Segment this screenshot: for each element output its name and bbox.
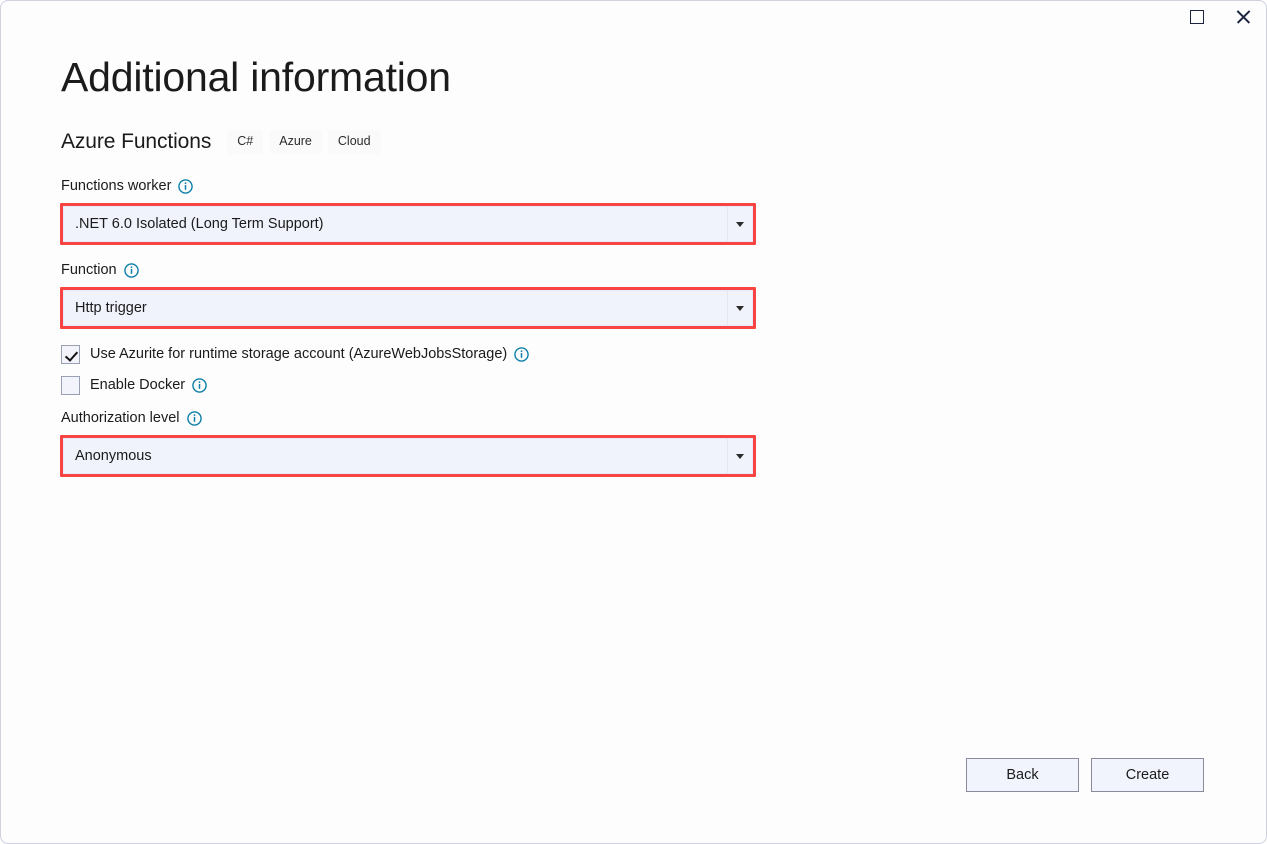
template-summary: Azure Functions C# Azure Cloud [61, 129, 1208, 155]
azurite-checkbox-row[interactable]: Use Azurite for runtime storage account … [61, 345, 1208, 364]
authorization-level-value: Anonymous [64, 448, 727, 464]
docker-checkbox-row[interactable]: Enable Docker [61, 376, 1208, 395]
functions-worker-label: Functions worker [61, 179, 171, 194]
template-tags: C# Azure Cloud [227, 130, 380, 154]
chevron-down-icon[interactable] [727, 439, 752, 473]
authorization-level-highlight: Anonymous [60, 435, 756, 477]
info-icon[interactable] [514, 347, 529, 362]
function-highlight: Http trigger [60, 287, 756, 329]
docker-checkbox[interactable] [61, 376, 80, 395]
chevron-down-icon[interactable] [727, 207, 752, 241]
tag-category: Cloud [328, 130, 381, 154]
functions-worker-value: .NET 6.0 Isolated (Long Term Support) [64, 216, 727, 232]
info-icon[interactable] [187, 411, 202, 426]
azurite-label: Use Azurite for runtime storage account … [90, 347, 507, 362]
functions-worker-label-row: Functions worker [61, 179, 1208, 194]
authorization-level-label-row: Authorization level [61, 411, 1208, 426]
dialog-content: Additional information Azure Functions C… [1, 1, 1266, 843]
settings-form: Functions worker .NET 6.0 Isolated (Long… [60, 179, 1208, 477]
function-dropdown[interactable]: Http trigger [63, 290, 753, 326]
page-title: Additional information [61, 57, 1208, 98]
functions-worker-dropdown[interactable]: .NET 6.0 Isolated (Long Term Support) [63, 206, 753, 242]
info-icon[interactable] [124, 263, 139, 278]
function-label: Function [61, 263, 117, 278]
functions-worker-highlight: .NET 6.0 Isolated (Long Term Support) [60, 203, 756, 245]
tag-platform: Azure [269, 130, 322, 154]
authorization-level-label: Authorization level [61, 411, 180, 426]
template-name: Azure Functions [61, 130, 211, 154]
docker-label: Enable Docker [90, 378, 185, 393]
create-button[interactable]: Create [1091, 758, 1204, 792]
dialog-window: Additional information Azure Functions C… [0, 0, 1267, 844]
dialog-footer: Back Create [966, 758, 1204, 792]
info-icon[interactable] [178, 179, 193, 194]
back-button[interactable]: Back [966, 758, 1079, 792]
function-label-row: Function [61, 263, 1208, 278]
tag-language: C# [227, 130, 263, 154]
authorization-level-dropdown[interactable]: Anonymous [63, 438, 753, 474]
chevron-down-icon[interactable] [727, 291, 752, 325]
function-value: Http trigger [64, 300, 727, 316]
info-icon[interactable] [192, 378, 207, 393]
azurite-checkbox[interactable] [61, 345, 80, 364]
